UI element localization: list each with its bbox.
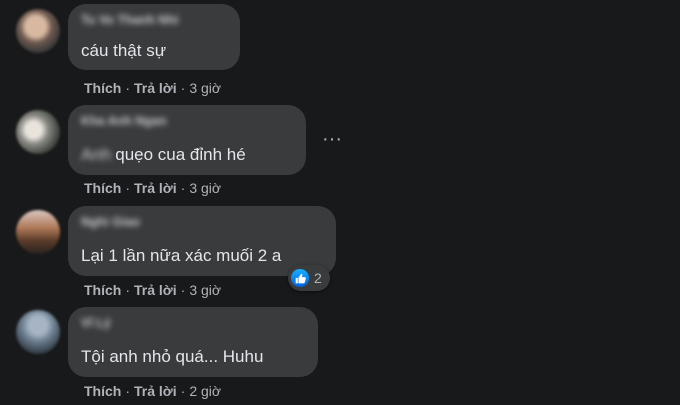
- comment-author[interactable]: Tu Vo Thanh Nhi: [81, 13, 178, 27]
- comment-author[interactable]: Kha Anh Ngan: [81, 114, 167, 128]
- comment-text: Anh quẹo cua đỉnh hé: [81, 145, 246, 165]
- reaction-count: 2: [314, 270, 322, 286]
- timestamp[interactable]: 3 giờ: [189, 282, 221, 298]
- avatar[interactable]: [16, 310, 60, 354]
- separator: ·: [180, 282, 186, 298]
- separator: ·: [180, 180, 186, 196]
- blurred-mention[interactable]: Anh: [81, 145, 111, 164]
- like-icon: [291, 269, 309, 287]
- like-button[interactable]: Thích: [84, 80, 121, 96]
- comment-author[interactable]: Nghi Giao: [81, 215, 140, 229]
- timestamp[interactable]: 3 giờ: [189, 80, 221, 96]
- like-button[interactable]: Thích: [84, 383, 121, 399]
- separator: ·: [125, 383, 131, 399]
- separator: ·: [180, 383, 186, 399]
- separator: ·: [125, 180, 131, 196]
- reply-button[interactable]: Trả lời: [134, 282, 177, 298]
- comment-text: Lại 1 lần nữa xác muối 2 a: [81, 246, 282, 265]
- comment-text: Tội anh nhỏ quá... Huhu: [81, 347, 264, 366]
- reaction-summary[interactable]: 2: [288, 265, 330, 291]
- comment-bubble: Kha Anh Ngan Anh quẹo cua đỉnh hé: [68, 105, 306, 175]
- separator: ·: [125, 80, 131, 96]
- separator: ·: [180, 80, 186, 96]
- reply-button[interactable]: Trả lời: [134, 383, 177, 399]
- comment-author[interactable]: Vĩ Lý: [81, 316, 111, 330]
- more-options-icon[interactable]: ···: [320, 129, 344, 153]
- like-button[interactable]: Thích: [84, 180, 121, 196]
- comment-bubble: Tu Vo Thanh Nhi cáu thật sự: [68, 4, 240, 70]
- like-button[interactable]: Thích: [84, 282, 121, 298]
- comment-text-body: quẹo cua đỉnh hé: [115, 145, 246, 164]
- comment-actions: Thích · Trả lời · 3 giờ: [84, 80, 221, 96]
- comment-actions: Thích · Trả lời · 3 giờ: [84, 282, 221, 298]
- comment-bubble: Vĩ Lý Tội anh nhỏ quá... Huhu: [68, 307, 318, 377]
- avatar[interactable]: [16, 110, 60, 154]
- comment-actions: Thích · Trả lời · 3 giờ: [84, 180, 221, 196]
- comment-actions: Thích · Trả lời · 2 giờ: [84, 383, 221, 399]
- separator: ·: [125, 282, 131, 298]
- reply-button[interactable]: Trả lời: [134, 180, 177, 196]
- avatar[interactable]: [16, 210, 60, 254]
- timestamp[interactable]: 3 giờ: [189, 180, 221, 196]
- timestamp[interactable]: 2 giờ: [189, 383, 221, 399]
- comment-text: cáu thật sự: [81, 41, 167, 60]
- reply-button[interactable]: Trả lời: [134, 80, 177, 96]
- avatar[interactable]: [16, 9, 60, 53]
